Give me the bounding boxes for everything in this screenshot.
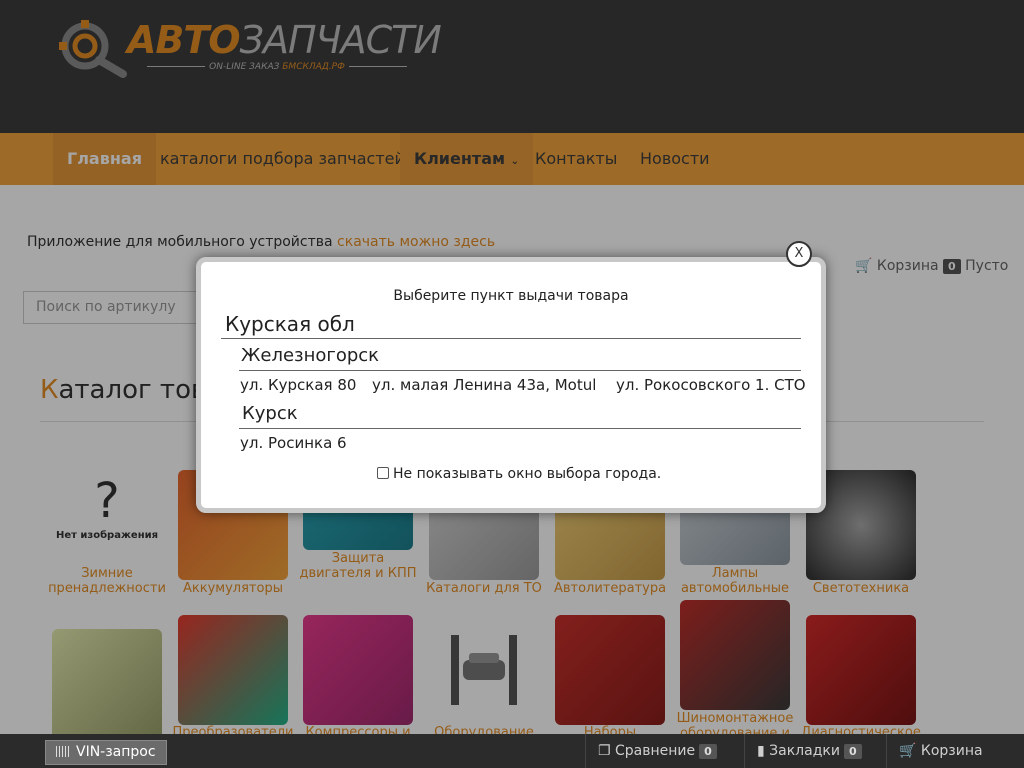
city-heading: Железногорск <box>241 345 380 366</box>
cart-icon: 🛒 <box>899 743 917 759</box>
bottom-bar: VIN-запрос ❐ Сравнение 0 ▮ Закладки 0 🛒 Ко… <box>0 734 1024 768</box>
compare-label: Сравнение <box>615 743 696 759</box>
city-divider <box>239 428 801 429</box>
footer-cart-button[interactable]: 🛒 Корзина <box>886 734 983 768</box>
vin-request-label: VIN-запрос <box>76 744 156 760</box>
pickup-address[interactable]: ул. Рокосовского 1. СТО <box>616 376 806 394</box>
compare-count: 0 <box>699 744 717 759</box>
barcode-icon <box>56 746 70 757</box>
pickup-address[interactable]: ул. Росинка 6 <box>240 434 347 452</box>
compare-button[interactable]: ❐ Сравнение 0 <box>585 734 717 768</box>
footer-cart-label: Корзина <box>920 743 983 759</box>
bookmarks-count: 0 <box>843 744 862 759</box>
hide-city-choice-label: Не показывать окно выбора города. <box>393 466 662 482</box>
vin-request-button[interactable]: VIN-запрос <box>45 740 167 765</box>
city-divider <box>239 370 801 371</box>
region-heading: Курская обл <box>225 312 355 336</box>
hide-city-choice-checkbox[interactable] <box>377 467 389 479</box>
bookmark-icon: ▮ <box>757 743 765 759</box>
pickup-address[interactable]: ул. малая Ленина 43а, Motul <box>372 376 596 394</box>
modal-close-button[interactable]: X <box>786 241 812 267</box>
city-heading: Курск <box>242 403 298 424</box>
bookmarks-label: Закладки <box>769 743 840 759</box>
bookmarks-button[interactable]: ▮ Закладки 0 <box>744 734 862 768</box>
pickup-point-modal: Выберите пункт выдачи товара Курская обл… <box>196 257 826 513</box>
modal-title: Выберите пункт выдачи товара <box>393 288 629 304</box>
copy-icon: ❐ <box>598 743 611 759</box>
region-divider <box>221 338 801 339</box>
pickup-address[interactable]: ул. Курская 80 <box>240 376 356 394</box>
hide-city-choice-row[interactable]: Не показывать окно выбора города. <box>377 466 661 482</box>
